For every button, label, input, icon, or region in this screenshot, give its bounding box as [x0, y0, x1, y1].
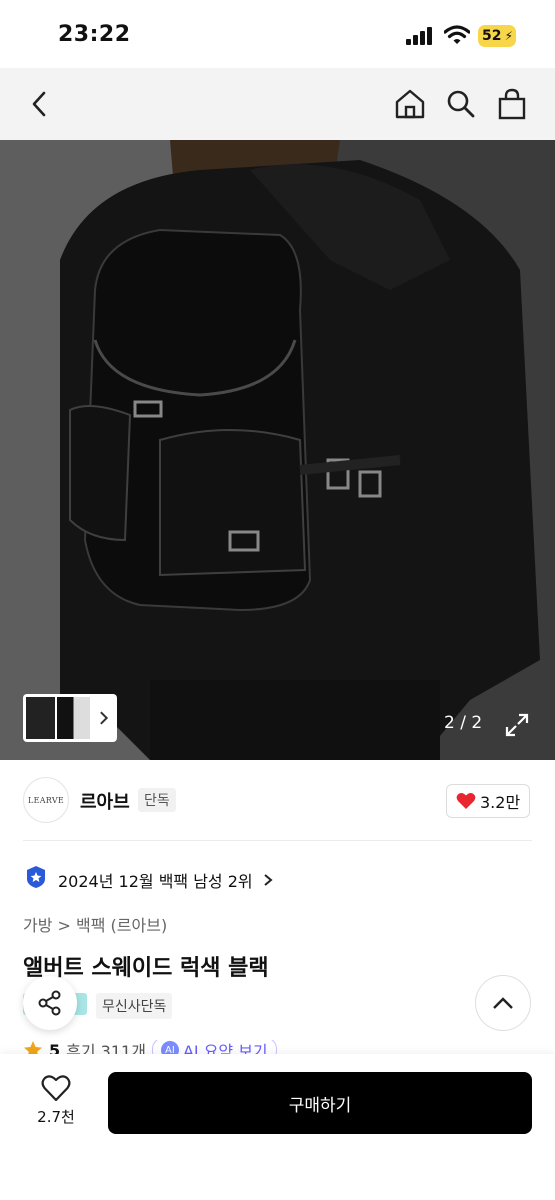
scroll-top-button[interactable]	[475, 975, 531, 1031]
brand-name[interactable]: 르아브	[80, 788, 130, 814]
charging-icon: ⚡	[504, 29, 513, 43]
heart-outline-icon	[41, 1075, 71, 1102]
thumbnail-1[interactable]	[26, 697, 56, 739]
bag-button[interactable]	[492, 84, 532, 124]
chevron-up-icon	[493, 997, 513, 1009]
search-button[interactable]	[441, 84, 481, 124]
product-image[interactable]	[0, 140, 555, 760]
wishlist-button[interactable]: 2.7천	[28, 1074, 84, 1127]
thumbnail-2[interactable]	[57, 697, 91, 739]
chevron-right-icon	[100, 711, 109, 725]
heart-filled-icon	[456, 793, 476, 809]
thumbnail-strip[interactable]	[23, 694, 117, 742]
battery-indicator: 52 ⚡	[478, 25, 516, 47]
brand-like-count: 3.2만	[480, 793, 521, 812]
home-icon	[395, 89, 425, 119]
ranking-text: 2024년 12월 백팩 남성 2위	[58, 872, 253, 891]
share-button[interactable]	[23, 976, 77, 1030]
wifi-icon	[444, 25, 470, 44]
battery-level: 52	[482, 28, 502, 44]
musinsa-exclusive-tag: 무신사단독	[96, 993, 173, 1019]
status-time: 23:22	[58, 22, 131, 47]
exclusive-badge: 단독	[138, 788, 176, 812]
brand-like-button[interactable]: 3.2만	[446, 784, 531, 818]
bag-icon	[498, 88, 526, 120]
brand-logo[interactable]: LEARVE	[23, 777, 69, 823]
ranking-badge-icon	[27, 866, 45, 888]
search-icon	[447, 90, 475, 118]
expand-icon[interactable]	[502, 710, 532, 740]
buy-button[interactable]: 구매하기	[108, 1072, 532, 1134]
category-breadcrumb[interactable]: 가방 > 백팩 (르아브)	[23, 912, 167, 936]
signal-icon	[406, 27, 432, 45]
divider	[23, 840, 532, 841]
home-button[interactable]	[390, 84, 430, 124]
wishlist-count: 2.7천	[37, 1108, 75, 1126]
ranking-link[interactable]: 2024년 12월 백팩 남성 2위	[58, 868, 274, 892]
back-icon	[32, 91, 46, 117]
chevron-right-icon	[264, 874, 273, 886]
share-icon	[38, 990, 61, 1016]
back-button[interactable]	[20, 84, 60, 124]
product-photo	[0, 140, 555, 760]
image-counter: 2 / 2	[444, 713, 483, 733]
